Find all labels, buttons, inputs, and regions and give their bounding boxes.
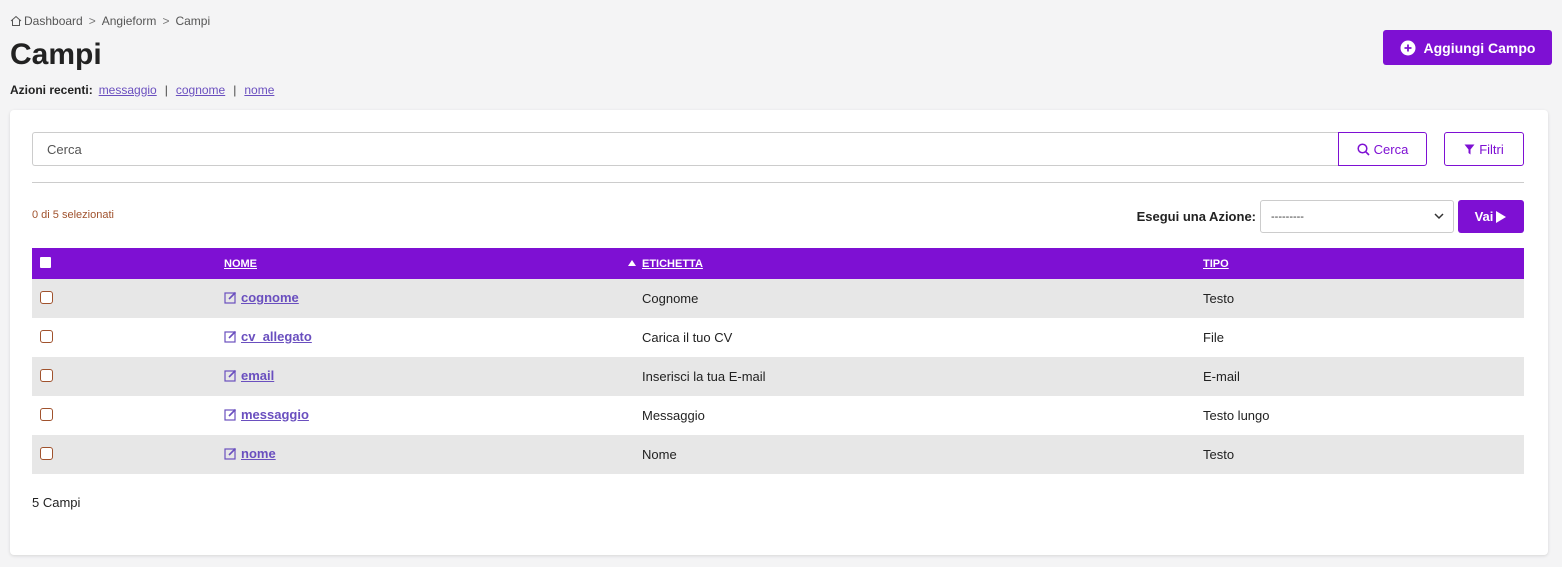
row-etichetta: Nome: [642, 447, 677, 462]
breadcrumb-angieform[interactable]: Angieform: [102, 14, 157, 28]
go-button-label: Vai: [1474, 209, 1494, 224]
results-card: Cerca Filtri 0 di 5 selezionati Esegui u…: [10, 110, 1548, 555]
go-button[interactable]: Vai: [1458, 200, 1524, 233]
search-button[interactable]: Cerca: [1338, 132, 1427, 166]
action-select[interactable]: ---------: [1260, 200, 1454, 233]
header-etichetta-label: ETICHETTA: [642, 257, 703, 270]
row-name-link[interactable]: nome: [224, 446, 276, 461]
filter-icon: [1464, 144, 1475, 154]
row-tipo: E-mail: [1203, 369, 1240, 384]
recent-action-link[interactable]: nome: [244, 83, 274, 97]
sort-asc-icon: [628, 260, 636, 266]
header-nome[interactable]: NOME: [224, 248, 642, 279]
add-campo-label: Aggiungi Campo: [1423, 39, 1536, 56]
search-button-label: Cerca: [1373, 141, 1409, 157]
filter-button-label: Filtri: [1479, 141, 1504, 157]
row-etichetta: Messaggio: [642, 408, 705, 423]
row-tipo: Testo lungo: [1203, 408, 1270, 423]
edit-icon: [224, 447, 237, 460]
select-all-checkbox[interactable]: [40, 256, 51, 268]
header-tipo[interactable]: TIPO: [1203, 248, 1524, 279]
play-icon: [1496, 210, 1507, 223]
result-count: 5 Campi: [32, 495, 81, 510]
recent-action-link[interactable]: cognome: [176, 83, 225, 97]
home-icon: [10, 15, 22, 26]
filter-button[interactable]: Filtri: [1444, 132, 1524, 166]
row-name: nome: [241, 446, 276, 461]
action-label: Esegui una Azione:: [1136, 209, 1256, 224]
table-row: cognome Cognome Testo: [32, 279, 1524, 318]
breadcrumb-current: Campi: [175, 14, 211, 28]
edit-icon: [224, 291, 237, 304]
page-title: Campi: [10, 38, 102, 71]
row-name-link[interactable]: email: [224, 368, 274, 383]
row-name: messaggio: [241, 407, 309, 422]
plus-circle-icon: [1400, 40, 1415, 55]
edit-icon: [224, 330, 237, 343]
row-name-link[interactable]: cv_allegato: [224, 329, 312, 344]
breadcrumb: Dashboard > Angieform > Campi: [10, 14, 210, 28]
header-tipo-label: TIPO: [1203, 257, 1229, 270]
row-name-link[interactable]: cognome: [224, 290, 299, 305]
bulk-action-bar: Esegui una Azione: --------- Vai: [1137, 200, 1524, 233]
search-bar: Cerca Filtri: [32, 132, 1524, 166]
action-selected-value: ---------: [1271, 210, 1304, 223]
recent-separator: |: [164, 83, 168, 97]
edit-icon: [224, 369, 237, 382]
table-row: email Inserisci la tua E-mail E-mail: [32, 357, 1524, 396]
table-row: nome Nome Testo: [32, 435, 1524, 474]
row-name-link[interactable]: messaggio: [224, 407, 309, 422]
divider: [32, 182, 1524, 183]
row-tipo: File: [1203, 330, 1224, 345]
row-name: cv_allegato: [241, 329, 312, 344]
table-row: messaggio Messaggio Testo lungo: [32, 396, 1524, 435]
row-tipo: Testo: [1203, 291, 1235, 306]
table-header-row: NOME ETICHETTA TIPO: [32, 248, 1524, 279]
table-row: cv_allegato Carica il tuo CV File: [32, 318, 1524, 357]
row-name: email: [241, 368, 275, 383]
campi-table: NOME ETICHETTA TIPO cognome Cognome Test…: [32, 248, 1524, 474]
row-checkbox[interactable]: [40, 407, 53, 421]
row-etichetta: Inserisci la tua E-mail: [642, 369, 766, 384]
search-icon: [1357, 142, 1370, 156]
row-name: cognome: [241, 290, 299, 305]
recent-action-link[interactable]: messaggio: [99, 83, 157, 97]
breadcrumb-separator: >: [88, 14, 96, 28]
row-checkbox[interactable]: [40, 290, 53, 304]
row-checkbox[interactable]: [40, 446, 53, 460]
row-checkbox[interactable]: [40, 368, 53, 382]
row-checkbox[interactable]: [40, 329, 53, 343]
chevron-down-icon: [1434, 213, 1444, 220]
recent-actions-label: Azioni recenti:: [10, 83, 93, 97]
header-etichetta[interactable]: ETICHETTA: [642, 248, 1203, 279]
row-etichetta: Carica il tuo CV: [642, 330, 733, 345]
recent-separator: |: [233, 83, 237, 97]
breadcrumb-dashboard[interactable]: Dashboard: [24, 14, 83, 28]
edit-icon: [224, 408, 237, 421]
row-tipo: Testo: [1203, 447, 1235, 462]
breadcrumb-separator: >: [162, 14, 170, 28]
selection-counter: 0 di 5 selezionati: [32, 209, 114, 221]
recent-actions: Azioni recenti: messaggio | cognome | no…: [10, 83, 274, 97]
header-nome-label: NOME: [224, 257, 257, 270]
select-all-cell: [32, 248, 224, 279]
row-etichetta: Cognome: [642, 291, 699, 306]
add-campo-button[interactable]: Aggiungi Campo: [1383, 30, 1552, 65]
search-input[interactable]: [32, 132, 1338, 166]
